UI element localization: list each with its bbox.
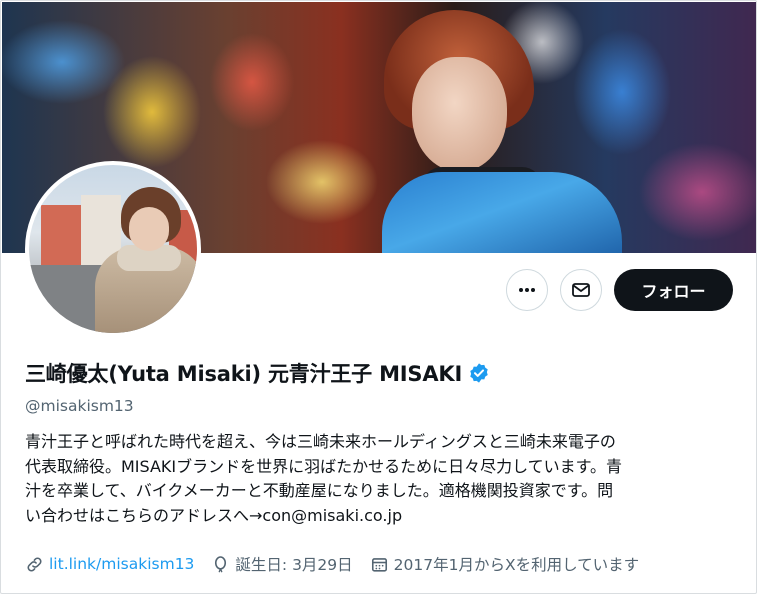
- display-name: 三崎優太(Yuta Misaki) 元青汁王子 MISAKI: [25, 362, 463, 386]
- join-date: 2017年1月からXを利用しています: [370, 553, 639, 575]
- birthday: 誕生日: 3月29日: [211, 553, 353, 575]
- join-date-text: 2017年1月からXを利用しています: [393, 556, 640, 574]
- message-button[interactable]: [560, 269, 602, 311]
- link-icon: [27, 556, 42, 572]
- follow-button-label: フォロー: [641, 282, 706, 301]
- profile-link-text[interactable]: lit.link/misakism13: [49, 555, 194, 573]
- bio-line: 青汁王子と呼ばれた時代を超え、今は三崎未来ホールディングスと三崎未来電子の: [25, 432, 616, 451]
- more-horizontal-icon: [519, 288, 535, 292]
- profile-link[interactable]: lit.link/misakism13: [25, 555, 194, 574]
- verified-badge-icon[interactable]: [468, 362, 490, 384]
- display-name-row: 三崎優太(Yuta Misaki) 元青汁王子 MISAKI: [25, 358, 490, 388]
- bio: 青汁王子と呼ばれた時代を超え、今は三崎未来ホールディングスと三崎未来電子の 代表…: [25, 430, 737, 528]
- user-handle: @misakism13: [25, 397, 134, 415]
- avatar[interactable]: [25, 161, 201, 337]
- bio-line: 汁を卒業して、バイクメーカーと不動産屋になりました。適格機関投資家です。問: [25, 481, 614, 500]
- birthday-text: 誕生日: 3月29日: [235, 556, 353, 574]
- profile-meta: lit.link/misakism13 誕生日: 3月29日 2017年1月から…: [25, 553, 656, 575]
- mail-icon: [572, 283, 590, 297]
- more-options-button[interactable]: [506, 269, 548, 311]
- follow-button[interactable]: フォロー: [614, 269, 733, 311]
- calendar-icon: [371, 557, 387, 572]
- bio-line: い合わせはこちらのアドレスへ→con@misaki.co.jp: [25, 505, 403, 525]
- balloon-icon: [215, 555, 227, 572]
- bio-line: 代表取締役。MISAKIブランドを世界に羽ばたかせるために日々尽力しています。青: [25, 456, 623, 476]
- profile-card: フォロー 三崎優太(Yuta Misaki) 元青汁王子 MISAKI @mis…: [0, 0, 757, 594]
